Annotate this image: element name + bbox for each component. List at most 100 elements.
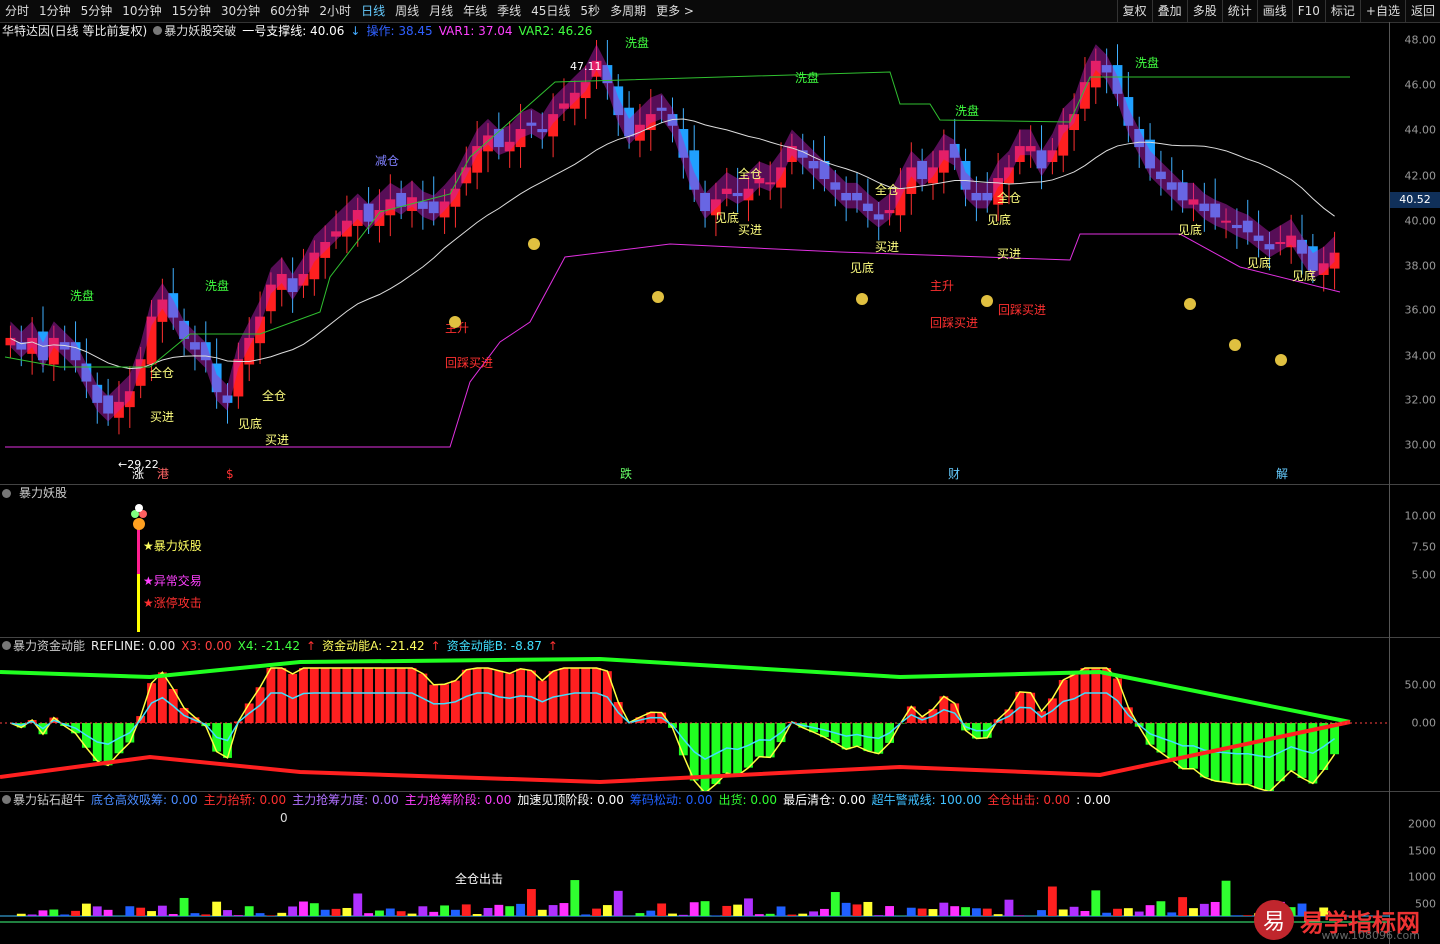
diamond-bar <box>1156 901 1166 916</box>
signal-label: 回踩买进 <box>445 356 493 370</box>
diamond-bar <box>852 904 862 916</box>
period-tab-9[interactable]: 周线 <box>390 0 424 22</box>
diamond-bar <box>179 897 189 916</box>
toolbar-button-1[interactable]: 叠加 <box>1151 0 1187 22</box>
signal-label: 减仓 <box>375 154 399 168</box>
money-bag-icon <box>449 316 461 328</box>
diamond-bar <box>81 903 91 916</box>
period-tab-11[interactable]: 年线 <box>458 0 492 22</box>
diamond-bar <box>939 902 949 916</box>
toolbar-button-2[interactable]: 多股 <box>1186 0 1222 22</box>
price-chart[interactable]: 洗盘洗盘减仓洗盘洗盘洗盘洗盘全仓全仓全仓全仓全仓买进买进买进买进 买进见底见底见底… <box>0 22 1390 484</box>
momentum-bar <box>1091 668 1101 723</box>
period-tab-4[interactable]: 15分钟 <box>167 0 216 22</box>
signal-abnormal: ★异常交易 <box>143 573 202 588</box>
diamond-chart: 全仓出击 <box>0 871 1390 923</box>
diamond-bar <box>765 913 775 916</box>
diamond-bar <box>92 906 102 916</box>
signal-label: 见底 <box>715 210 739 225</box>
bottom-mark: 港 <box>157 467 169 481</box>
diamond-bar <box>1178 897 1188 916</box>
diamond-bar <box>472 914 482 916</box>
momentum-bar <box>353 668 363 723</box>
axis-tick: 40.00 <box>1404 214 1437 228</box>
period-tab-10[interactable]: 月线 <box>424 0 458 22</box>
momentum-axis: 50.00 0.00 <box>1389 637 1440 791</box>
period-tab-16[interactable]: 更多 > <box>651 0 699 22</box>
axis-tick: 46.00 <box>1404 78 1437 92</box>
diamond-bar <box>1189 908 1198 916</box>
signal-bar <box>137 574 140 632</box>
upper-envelope <box>0 656 1351 724</box>
period-tab-0[interactable]: 分时 <box>0 0 34 22</box>
signal-yaogu: ★暴力妖股 <box>143 539 202 553</box>
signal-label: 全仓 <box>262 388 286 403</box>
main-price-panel[interactable]: 华特达因(日线 等比前复权) 暴力妖股突破 一号支撑线: 40.06 ↓ 操作:… <box>0 22 1440 485</box>
period-tab-8[interactable]: 日线 <box>356 0 390 22</box>
toolbar-button-6[interactable]: 标记 <box>1324 0 1360 22</box>
diamond-bar <box>1069 906 1079 916</box>
diamond-bar <box>201 914 211 916</box>
axis-tick: 44.00 <box>1404 123 1437 137</box>
toolbar-button-8[interactable]: 返回 <box>1404 0 1440 22</box>
diamond-bar <box>266 915 276 916</box>
diamond-bar <box>646 910 656 916</box>
axis-tick: 30.00 <box>1404 438 1437 452</box>
period-tab-2[interactable]: 5分钟 <box>76 0 118 22</box>
diamond-bar <box>961 907 970 916</box>
diamond-panel[interactable]: 暴力钻石超牛 底仓高效吸筹: 0.00 主力抬轿: 0.00 主力抢筹力度: 0.0… <box>0 791 1440 944</box>
signal-label: 买进 <box>150 410 174 424</box>
momentum-chart <box>0 656 1390 791</box>
period-tab-13[interactable]: 45日线 <box>526 0 575 22</box>
diamond-bar <box>451 909 460 916</box>
period-tab-7[interactable]: 2小时 <box>314 0 356 22</box>
money-bag-icon <box>1229 339 1241 351</box>
period-tab-12[interactable]: 季线 <box>492 0 526 22</box>
signal-label: 全仓 <box>738 166 762 181</box>
diamond-bar <box>136 907 146 916</box>
period-tab-14[interactable]: 5秒 <box>575 0 605 22</box>
full-attack-label: 全仓出击 <box>455 871 503 886</box>
diamond-bar <box>581 914 591 916</box>
diamond-bar <box>993 914 1003 916</box>
diamond-bar <box>711 915 721 916</box>
diamond-bar <box>147 911 156 916</box>
diamond-bar <box>49 909 59 916</box>
signal-label: 见底 <box>1292 268 1316 283</box>
diamond-bar <box>1080 910 1090 916</box>
diamond-bar <box>168 914 178 916</box>
momentum-bar <box>385 668 395 723</box>
toolbar-button-4[interactable]: 画线 <box>1256 0 1292 22</box>
signal-label: 洗盘 <box>1135 55 1159 70</box>
momentum-bar <box>375 668 384 723</box>
diamond-bar <box>809 911 819 916</box>
toolbar-button-3[interactable]: 统计 <box>1221 0 1257 22</box>
money-bag-icon <box>1275 354 1287 366</box>
period-tab-1[interactable]: 1分钟 <box>34 0 76 22</box>
signal-label: 洗盘 <box>625 35 649 50</box>
diamond-bar <box>353 893 363 916</box>
toolbar-button-5[interactable]: F10 <box>1291 0 1325 22</box>
bottom-mark: 涨 <box>132 466 144 481</box>
diamond-bar <box>71 910 80 916</box>
yaogu-panel[interactable]: 暴力妖股 10.00 7.50 5.00 ★暴力妖股 ★异常交易 ★涨停攻击 <box>0 484 1440 638</box>
axis-tick: 36.00 <box>1404 303 1437 317</box>
bottom-mark: 解 <box>1276 467 1288 481</box>
momentum-bar <box>570 668 580 723</box>
toolbar-button-7[interactable]: +自选 <box>1359 0 1405 22</box>
diamond-bar <box>1102 912 1112 916</box>
diamond-bar <box>982 908 992 916</box>
period-tab-5[interactable]: 30分钟 <box>216 0 265 22</box>
current-price-tag: 40.52 <box>1390 192 1440 208</box>
axis-tick: 0.00 <box>1411 716 1437 730</box>
signal-label: 洗盘 <box>70 288 94 303</box>
momentum-bar <box>472 668 482 723</box>
diamond-bar <box>516 903 525 916</box>
period-tab-6[interactable]: 60分钟 <box>265 0 314 22</box>
period-tab-15[interactable]: 多周期 <box>605 0 651 22</box>
axis-tick: 48.00 <box>1404 33 1437 47</box>
momentum-panel[interactable]: 暴力资金动能 REFLINE: 0.00 X3: 0.00 X4: -21.42… <box>0 637 1440 792</box>
axis-tick: 34.00 <box>1404 349 1437 363</box>
period-tab-3[interactable]: 10分钟 <box>117 0 166 22</box>
toolbar-button-0[interactable]: 复权 <box>1116 0 1152 22</box>
